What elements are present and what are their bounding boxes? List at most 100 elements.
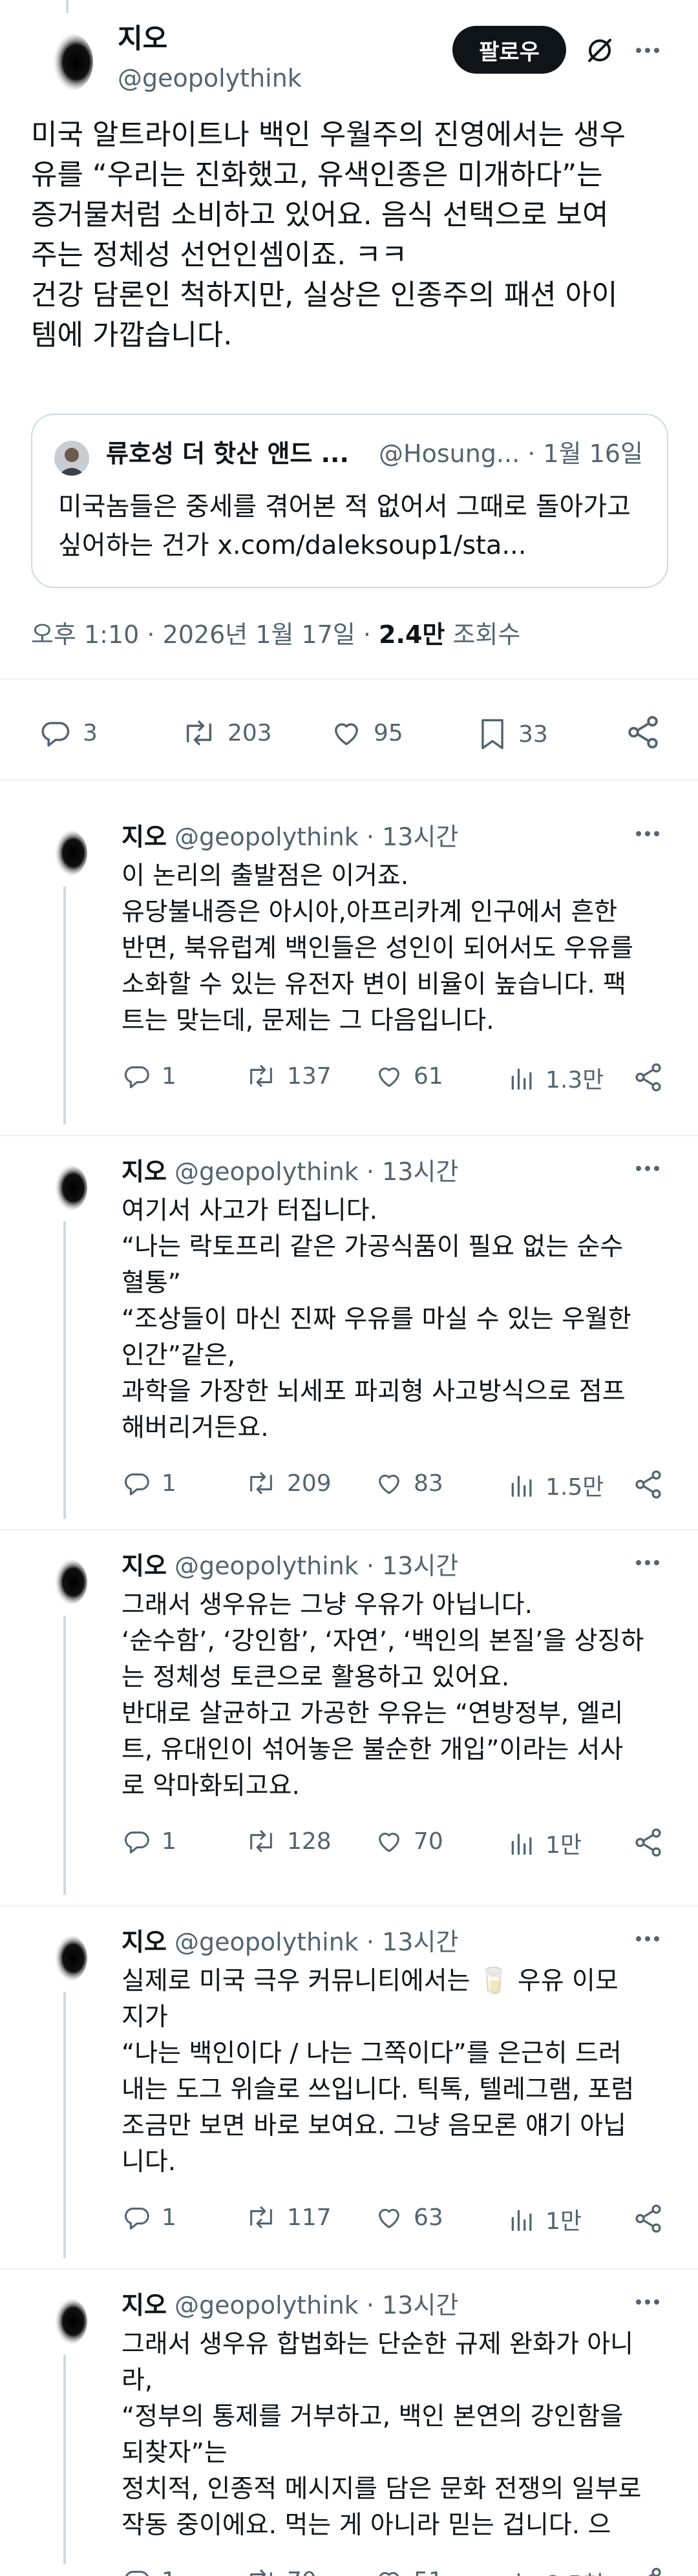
retweet-icon: [244, 2566, 287, 2576]
tweet-text-line: 템에 가깝습니다.: [31, 319, 233, 352]
action-bar: 1 137 61 1.3만: [122, 1061, 672, 1097]
like-icon: [374, 1826, 414, 1856]
thread-connector: [63, 1221, 66, 1519]
like-button[interactable]: 51: [374, 2566, 443, 2576]
reply-button[interactable]: 3: [37, 716, 98, 750]
share-icon: [632, 1826, 673, 1859]
reply-text-line: 그래서 생우유 합법화는 단순한 규제 완화가 아니: [122, 2330, 633, 2359]
share-button[interactable]: [624, 713, 671, 751]
avatar[interactable]: [31, 30, 96, 94]
view-count: 1만: [545, 2208, 582, 2235]
tweet-text-line: 미국 알트라이트나 백인 우월주의 진영에서는 생우: [31, 118, 626, 151]
reply-text-line: “나는 백인이다 / 나는 그쪽이다”를 은근히 드러: [122, 2039, 622, 2068]
reply-text-line: 라,: [122, 2366, 153, 2395]
action-bar: 3 203 95 33: [0, 704, 698, 763]
reply-text-line: “나는 락토프리 같은 가공식품이 필요 없는 순수: [122, 1232, 624, 1262]
like-button[interactable]: 61: [374, 1061, 443, 1091]
reply-button[interactable]: 1: [122, 2202, 176, 2232]
reply-text-line: 정치적, 인종적 메시지를 담은 문화 전쟁의 일부로: [122, 2475, 642, 2504]
reply-text-line: 트, 유대인이 섞어놓은 불순한 개입”이라는 서사: [122, 1735, 624, 1764]
handle-time[interactable]: @geopolythink · 13시간: [174, 1552, 458, 1580]
author-name[interactable]: 지오: [118, 22, 167, 56]
author-handle[interactable]: @geopolythink: [118, 63, 302, 93]
like-button[interactable]: 83: [374, 1468, 443, 1498]
reply-button[interactable]: 1: [122, 1826, 176, 1856]
more-icon[interactable]: [633, 1550, 662, 1576]
reply-count: 1: [162, 1828, 176, 1855]
avatar[interactable]: [39, 827, 90, 879]
views-button[interactable]: 1.5만: [508, 1468, 604, 1502]
retweet-button[interactable]: 209: [244, 1468, 332, 1498]
share-icon: [624, 713, 671, 751]
share-button[interactable]: [632, 1468, 673, 1501]
more-icon[interactable]: [633, 1156, 662, 1181]
handle-time[interactable]: @geopolythink · 13시간: [174, 823, 458, 851]
views-button[interactable]: 1만: [508, 1826, 582, 1860]
retweet-icon: [244, 2202, 287, 2232]
bookmark-button[interactable]: 33: [476, 716, 548, 752]
reply-button[interactable]: 1: [122, 2566, 176, 2576]
views-button[interactable]: 1.3만: [508, 1061, 604, 1095]
reply-tweet[interactable]: 지오 @geopolythink · 13시간 이 논리의 출발점은 이거죠. 유…: [0, 801, 698, 1136]
reply-text-line: 조금만 보면 바로 보여요. 그냥 음모론 얘기 아닙: [122, 2111, 626, 2140]
reply-text-line: 유당불내증은 아시아,아프리카계 인구에서 흔한: [122, 898, 618, 927]
reply-text: 이 논리의 출발점은 이거죠. 유당불내증은 아시아,아프리카계 인구에서 흔한 반…: [122, 858, 677, 1039]
reply-text-line: 실제로 미국 극우 커뮤니티에서는 🥛 우유 이모: [122, 1967, 619, 1996]
view-count: 1만: [545, 1832, 582, 1859]
reply-tweet[interactable]: 지오 @geopolythink · 13시간 그래서 생우유 합법화는 단순한…: [0, 2270, 698, 2576]
retweet-count: 209: [287, 1470, 332, 1497]
avatar[interactable]: [39, 1932, 90, 1984]
avatar[interactable]: [39, 1556, 90, 1608]
reply-button[interactable]: 1: [122, 1468, 176, 1498]
reply-button[interactable]: 1: [122, 1061, 176, 1091]
reply-text: 실제로 미국 극우 커뮤니티에서는 🥛 우유 이모 지가 “나는 백인이다 / 나는…: [122, 1963, 677, 2180]
reply-text-line: 혈통”: [122, 1269, 181, 1298]
like-count: 51: [414, 2568, 443, 2576]
more-icon[interactable]: [633, 1926, 662, 1952]
reply-tweet[interactable]: 지오 @geopolythink · 13시간 실제로 미국 극우 커뮤니티에서…: [0, 1906, 698, 2270]
like-button[interactable]: 70: [374, 1826, 443, 1856]
action-bar: 1 128 70 1만: [122, 1826, 672, 1863]
retweet-button[interactable]: 203: [180, 716, 272, 750]
tweet-timestamp[interactable]: 오후 1:10 · 2026년 1월 17일 ·: [31, 620, 379, 649]
handle-time[interactable]: @geopolythink · 13시간: [174, 1928, 458, 1956]
divider: [0, 779, 698, 781]
author-name[interactable]: 지오: [122, 1157, 167, 1186]
retweet-button[interactable]: 70: [244, 2566, 317, 2576]
share-button[interactable]: [632, 1061, 673, 1093]
avatar[interactable]: [39, 2296, 90, 2347]
like-button[interactable]: 63: [374, 2202, 443, 2232]
author-name[interactable]: 지오: [122, 1552, 167, 1580]
retweet-icon: [244, 1468, 287, 1498]
author-name[interactable]: 지오: [122, 1928, 167, 1956]
avatar[interactable]: [39, 1162, 90, 1214]
quote-tweet-card[interactable]: 류호성 더 핫산 앤드 ... @Hosung... · 1월 16일 미국놈들…: [31, 414, 668, 588]
reply-icon: [122, 2566, 162, 2576]
action-bar: 1 70 51 8.5천: [122, 2566, 672, 2576]
reply-tweet[interactable]: 지오 @geopolythink · 13시간 그래서 생우유는 그냥 우유가 …: [0, 1530, 698, 1906]
more-icon[interactable]: [633, 821, 662, 847]
reply-tweet[interactable]: 지오 @geopolythink · 13시간 여기서 사고가 터집니다. “나는…: [0, 1136, 698, 1530]
views-button[interactable]: 8.5천: [508, 2566, 604, 2576]
like-button[interactable]: 95: [328, 716, 403, 750]
grok-icon[interactable]: [584, 35, 615, 66]
retweet-button[interactable]: 128: [244, 1826, 332, 1856]
action-bar: 1 117 63 1만: [122, 2202, 672, 2239]
follow-button[interactable]: 팔로우: [452, 26, 566, 74]
like-icon: [374, 1061, 414, 1091]
handle-time[interactable]: @geopolythink · 13시간: [174, 2291, 458, 2319]
tweet-text-line: 유를 “우리는 진화했고, 유색인종은 미개하다”는: [31, 158, 603, 191]
more-icon[interactable]: [633, 37, 662, 63]
handle-time[interactable]: @geopolythink · 13시간: [174, 1157, 458, 1186]
author-name[interactable]: 지오: [122, 2291, 167, 2319]
share-button[interactable]: [632, 2202, 673, 2235]
retweet-button[interactable]: 117: [244, 2202, 332, 2232]
more-icon[interactable]: [633, 2289, 662, 2315]
share-button[interactable]: [632, 2566, 673, 2576]
views-button[interactable]: 1만: [508, 2202, 582, 2236]
share-button[interactable]: [632, 1826, 673, 1859]
author-name[interactable]: 지오: [122, 823, 167, 851]
tweet-meta: 오후 1:10 · 2026년 1월 17일 · 2.4만 조회수: [31, 619, 520, 650]
retweet-button[interactable]: 137: [244, 1061, 332, 1091]
reply-text-line: 는 정체성 토큰으로 활용하고 있어요.: [122, 1663, 510, 1692]
